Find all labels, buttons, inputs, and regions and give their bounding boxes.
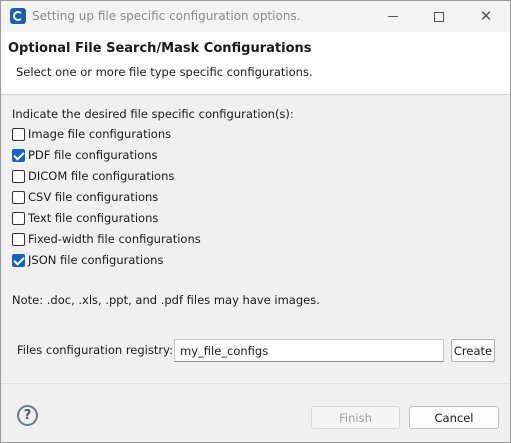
dialog-window: Setting up file specific configuration o…: [0, 0, 511, 443]
fixed-width-checkbox[interactable]: [12, 232, 25, 246]
options-prompt: Indicate the desired file specific confi…: [12, 107, 294, 121]
maximize-button[interactable]: [416, 1, 462, 32]
option-label: CSV file configurations: [28, 190, 159, 204]
option-json[interactable]: JSON file configurations: [12, 252, 163, 268]
registry-input[interactable]: [174, 339, 444, 362]
footer-divider: [1, 383, 510, 384]
cancel-button[interactable]: Cancel: [409, 406, 499, 429]
dialog-header: Optional File Search/Mask Configurations…: [1, 32, 510, 94]
finish-button[interactable]: Finish: [311, 406, 400, 429]
option-csv[interactable]: CSV file configurations: [12, 189, 158, 205]
close-button[interactable]: ✕: [463, 1, 509, 32]
option-label: Fixed-width file configurations: [28, 232, 201, 246]
option-label: Image file configurations: [28, 127, 172, 141]
header-divider: [1, 94, 510, 95]
create-button[interactable]: Create: [451, 339, 495, 362]
app-logo-icon: [10, 8, 26, 24]
maximize-icon: [434, 11, 444, 22]
images-note: Note: .doc, .xls, .ppt, and .pdf files m…: [12, 293, 320, 307]
json-checkbox[interactable]: [12, 253, 25, 267]
dicom-checkbox[interactable]: [12, 169, 25, 183]
minimize-button[interactable]: [370, 1, 416, 32]
image-checkbox[interactable]: [12, 127, 25, 141]
csv-checkbox[interactable]: [12, 190, 25, 204]
option-label: DICOM file configurations: [28, 169, 175, 183]
option-pdf[interactable]: PDF file configurations: [12, 147, 158, 163]
registry-label: Files configuration registry:: [17, 343, 173, 357]
pdf-checkbox[interactable]: [12, 148, 25, 162]
option-dicom[interactable]: DICOM file configurations: [12, 168, 174, 184]
close-icon: ✕: [479, 7, 493, 25]
option-label: JSON file configurations: [28, 253, 164, 267]
option-image[interactable]: Image file configurations: [12, 126, 171, 142]
header-title: Optional File Search/Mask Configurations: [8, 41, 312, 56]
window-title: Setting up file specific configuration o…: [32, 9, 301, 23]
option-label: PDF file configurations: [28, 148, 158, 162]
option-fixed-width[interactable]: Fixed-width file configurations: [12, 231, 201, 247]
header-subtitle: Select one or more file type specific co…: [16, 65, 313, 79]
option-text[interactable]: Text file configurations: [12, 210, 158, 226]
title-bar: Setting up file specific configuration o…: [1, 1, 510, 32]
help-icon[interactable]: ?: [17, 405, 38, 426]
text-checkbox[interactable]: [12, 211, 25, 225]
option-label: Text file configurations: [28, 211, 159, 225]
minimize-icon: [388, 16, 398, 17]
